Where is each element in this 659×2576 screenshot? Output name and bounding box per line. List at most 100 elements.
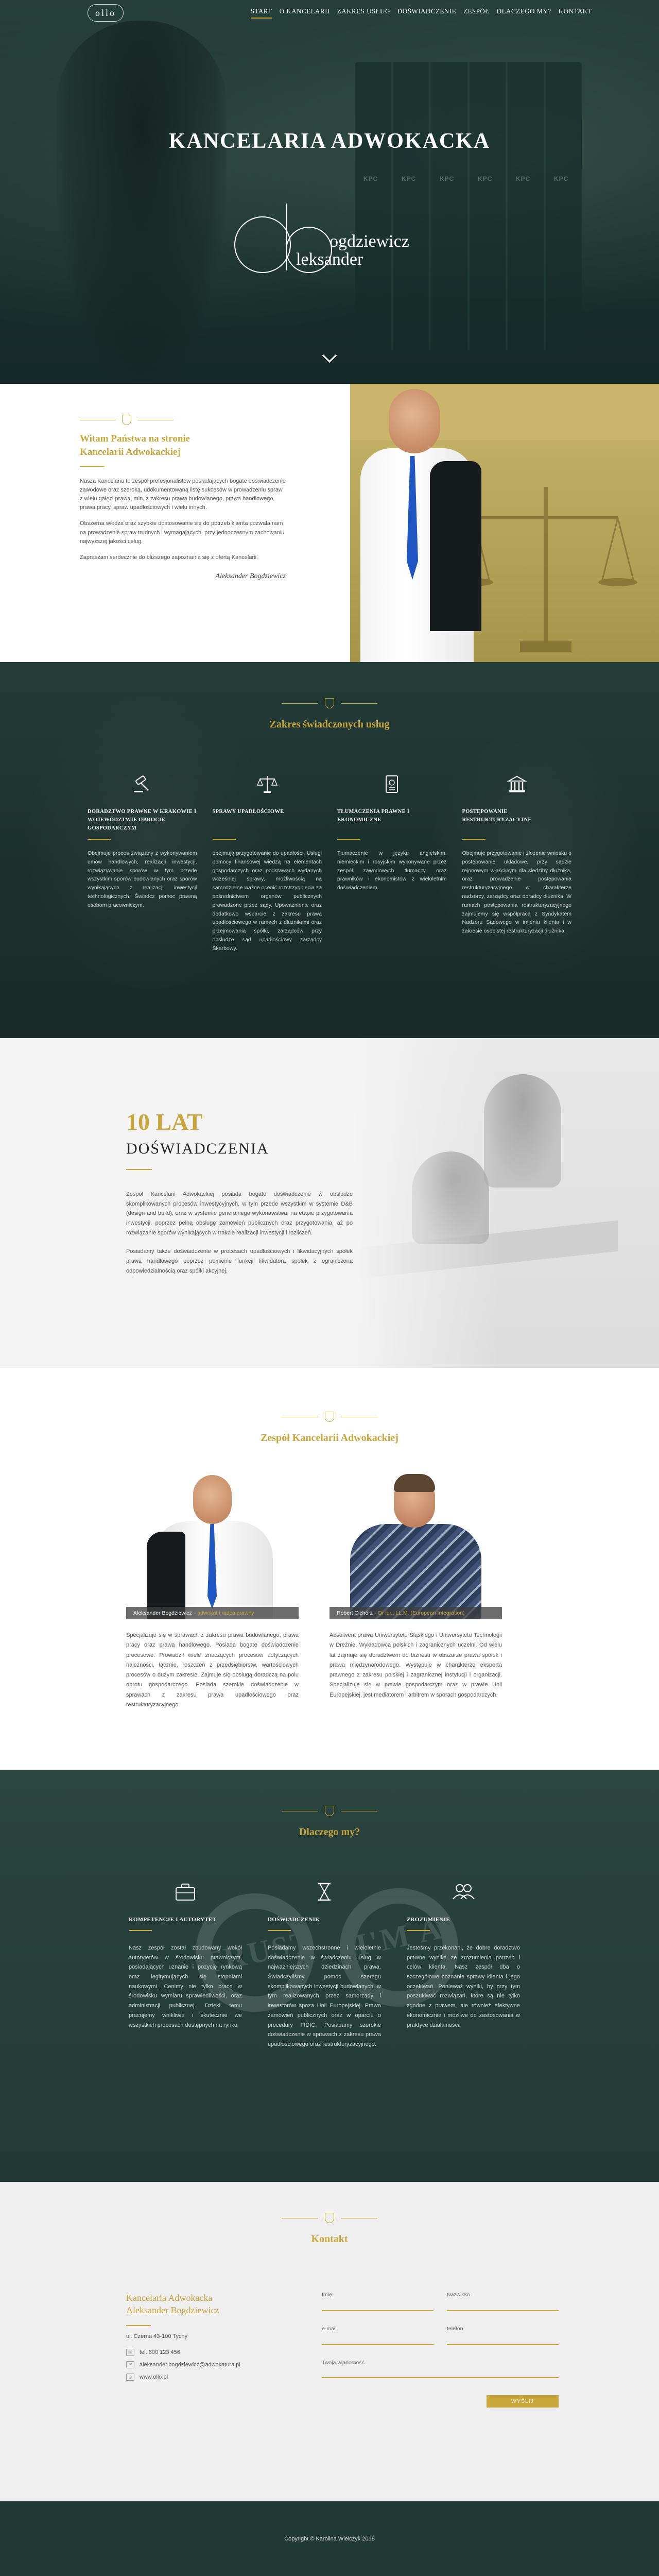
gold-rule	[88, 839, 111, 840]
section-divider	[0, 1806, 659, 1816]
contact-section: Kontakt Kancelaria Adwokacka Aleksander …	[0, 2182, 659, 2501]
why-item-text: Jesteśmy przekonani, że dobre doradztwo …	[407, 1945, 520, 2028]
nav-item-dlaczego-my[interactable]: DLACZEGO MY?	[497, 7, 551, 19]
portrait-head	[389, 389, 440, 453]
team-header: Zespół Kancelarii Adwokackiej	[0, 1368, 659, 1444]
experience-years: 10 LAT	[126, 1109, 203, 1135]
service-title: TŁUMACZENIA PRAWNE I EKONOMICZNE	[337, 809, 410, 823]
experience-paragraph: Posiadamy także doświadczenie w procesac…	[126, 1248, 353, 1274]
globe-icon: ◎	[126, 2373, 134, 2381]
section-divider	[80, 415, 286, 425]
firm-name: Kancelaria Adwokacka Aleksander Bogdziew…	[126, 2292, 291, 2317]
member-photo: Robert Cichórz - Dr iur., LL.M. (Europea…	[330, 1470, 502, 1619]
nav-item-start[interactable]: START	[250, 7, 272, 19]
why-item: ZROZUMIENIE Jesteśmy przekonani, że dobr…	[407, 1879, 520, 2049]
email-input[interactable]	[322, 2336, 433, 2345]
why-item-title: DOŚWIADCZENIE	[268, 1917, 319, 1923]
surname-label: Nazwisko	[447, 2292, 470, 2298]
why-item-text: Nasz zespół został zbudowany wokół autor…	[129, 1945, 242, 2028]
signature: Aleksander Bogdziewicz	[215, 572, 286, 580]
monogram-stem	[286, 204, 287, 270]
service-text: Obejmuje proces związany z wykonywaniem …	[88, 850, 197, 908]
why-item-text: Posiadamy wszechstronne i wieloletnie do…	[268, 1945, 381, 2047]
services-section: Zakres świadczonych usług DORADZTWO PRAW…	[0, 662, 659, 1038]
nav-item-o-kancelarii[interactable]: O KANCELARII	[280, 7, 330, 19]
welcome-heading-line2: Kancelarii Adwokackiej	[80, 446, 181, 457]
gold-rule	[212, 839, 236, 840]
firm-name-line1: Kancelaria Adwokacka	[126, 2293, 213, 2303]
service-text: obejmują przygotowanie do upadłości. Usł…	[212, 850, 322, 952]
message-field: Twoja wiadomość	[322, 2360, 559, 2381]
photo-body	[350, 1524, 481, 1619]
nav-item-zakres-uslug[interactable]: ZAKRES USŁUG	[337, 7, 390, 19]
surname-field: Nazwisko	[447, 2292, 559, 2311]
why-list: KOMPETENCJE I AUTORYTET Nasz zespół zost…	[0, 1838, 659, 2049]
service-title: POSTĘPOWANIE RESTRUKTURYZACYJNE	[462, 809, 532, 823]
hero-section: KPC KPC KPC KPC KPC KPC ollo START O KAN…	[0, 0, 659, 384]
services-list: DORADZTWO PRAWNE W KRAKOWIE I WOJEWÓDZTW…	[0, 731, 659, 953]
photo-head	[193, 1475, 232, 1524]
phone-link[interactable]: tel. 600 123 456	[140, 2349, 180, 2355]
experience-paragraph: Zespół Kancelarii Adwokackiej posiada bo…	[126, 1191, 353, 1236]
shield-icon	[325, 1806, 334, 1816]
why-item: DOŚWIADCZENIE Posiadamy wszechstronne i …	[268, 1879, 381, 2049]
monogram-surname: ogdziewicz	[330, 232, 409, 251]
briefcase-icon	[129, 1879, 242, 1904]
document-icon	[337, 772, 447, 796]
divider-line	[341, 703, 377, 704]
image-fade	[350, 1038, 499, 1368]
gavel-icon	[88, 772, 197, 796]
surname-input[interactable]	[447, 2302, 559, 2311]
service-text: Tłumaczenie w języku angielskim, niemiec…	[337, 850, 447, 891]
nav-item-zespol[interactable]: ZESPÓŁ	[463, 7, 490, 19]
phone-icon: ☏	[126, 2348, 134, 2356]
team-section: Zespół Kancelarii Adwokackiej Aleksander…	[0, 1368, 659, 1770]
contact-form: Imię Nazwisko e-mail telefon Twoja wiado…	[322, 2292, 559, 2408]
contact-header: Kontakt	[0, 2182, 659, 2245]
member-bio: Absolwent prawa Uniwersytetu Śląskiego i…	[330, 1632, 502, 1698]
name-input[interactable]	[322, 2302, 433, 2311]
shield-icon	[325, 698, 334, 708]
section-divider	[0, 698, 659, 708]
why-title: Dlaczego my?	[299, 1826, 360, 1838]
shield-icon	[325, 1412, 334, 1422]
service-text: Obejmuje przygotowanie i złożenie wniosk…	[462, 850, 572, 935]
shield-icon	[325, 2213, 334, 2223]
nav-menu: START O KANCELARII ZAKRES USŁUG DOŚWIADC…	[250, 7, 592, 19]
monogram-circle-a	[234, 216, 291, 273]
section-divider	[0, 2213, 659, 2223]
building-icon	[462, 772, 572, 796]
service-item: POSTĘPOWANIE RESTRUKTURYZACYJNE Obejmuje…	[462, 772, 572, 953]
contact-info: Kancelaria Adwokacka Aleksander Bogdziew…	[126, 2292, 291, 2408]
email-field: e-mail	[322, 2326, 433, 2345]
why-item: KOMPETENCJE I AUTORYTET Nasz zespół zost…	[129, 1879, 242, 2049]
welcome-paragraph: Obszerna wiedza oraz szybkie dostosowani…	[80, 520, 285, 545]
address: ul. Czerna 43-100 Tychy	[126, 2333, 188, 2340]
message-input[interactable]	[322, 2369, 559, 2378]
send-button[interactable]: WYŚLIJ	[487, 2395, 559, 2408]
why-item-title: KOMPETENCJE I AUTORYTET	[129, 1917, 217, 1923]
team-title: Zespół Kancelarii Adwokackiej	[261, 1432, 398, 1444]
hero-overlay	[0, 0, 659, 384]
member-role: - adwokat i radca prawny	[194, 1610, 254, 1616]
experience-text: 10 LAT DOŚWIADCZENIA Zespół Kancelarii A…	[126, 1110, 353, 1285]
email-row: ✉ aleksander.bogdziewicz@adwokatura.pl	[126, 2361, 291, 2368]
lawyer-portrait	[340, 384, 481, 662]
phone-field: telefon	[447, 2326, 559, 2345]
welcome-text: Witam Państwa na stronie Kancelarii Adwo…	[80, 415, 286, 581]
nav-item-doswiadczenie[interactable]: DOŚWIADCZENIE	[397, 7, 456, 19]
hero-title-light: ADWOKACKA	[331, 129, 491, 153]
phone-input[interactable]	[447, 2336, 559, 2345]
www-link[interactable]: www.ollo.pl	[140, 2374, 168, 2380]
team-member: Aleksander Bogdziewicz - adwokat i radca…	[126, 1470, 299, 1710]
services-title: Zakres świadczonych usług	[269, 719, 390, 730]
member-caption: Aleksander Bogdziewicz - adwokat i radca…	[126, 1607, 299, 1619]
welcome-paragraph: Zapraszam serdecznie do bliższego zapozn…	[80, 554, 258, 561]
service-item: SPRAWY UPADŁOŚCIOWE obejmują przygotowan…	[212, 772, 322, 953]
contact-title: Kontakt	[311, 2233, 348, 2245]
send-row: WYŚLIJ	[322, 2395, 559, 2408]
divider-line	[282, 703, 318, 704]
email-link[interactable]: aleksander.bogdziewicz@adwokatura.pl	[140, 2362, 240, 2368]
nav-item-kontakt[interactable]: KONTAKT	[559, 7, 592, 19]
logo[interactable]: ollo	[88, 4, 124, 22]
